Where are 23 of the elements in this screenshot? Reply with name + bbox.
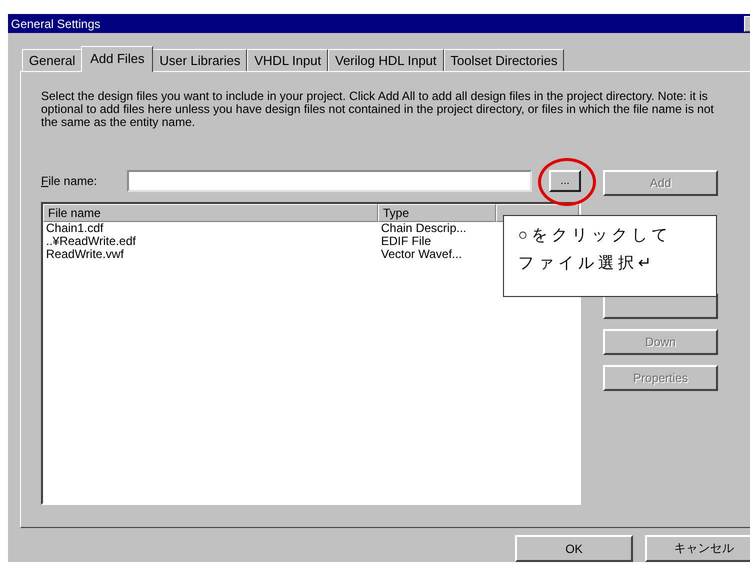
file-name-label: File name: [41,174,98,188]
file-name-field[interactable] [127,170,532,192]
tab[interactable]: Add Files [81,46,154,72]
column-header[interactable]: Type [378,204,496,222]
callout-text: ○をクリックして [518,226,673,246]
browse-button[interactable]: ... [549,170,581,192]
tab[interactable]: General [22,49,82,71]
tab[interactable]: VHDL Input [247,49,328,71]
tab[interactable]: Toolset Directories [444,49,564,71]
table-cell-text: ReadWrite.vwf [45,248,125,261]
table-cell-text: Chain1.cdf [45,222,104,235]
table-cell-text: Vector Wavef... [380,248,463,261]
table-cell-text: ..¥ReadWrite.edf [45,235,137,248]
column-header[interactable]: File name [43,204,378,222]
table-cell-text: EDIF File [380,235,432,248]
tab[interactable]: Verilog HDL Input [328,49,444,71]
table-cell-text: Chain Descrip... [380,222,468,235]
description-text: Select the design files you want to include in your project. Click Add All to add all design files in the project directory. Note: it is optional to add files here unless you have design files not contained in the project directory, or files in which the file name is not the same as the entity name. [41,90,715,131]
dialog-button[interactable]: OK [515,535,633,562]
callout-text: ファイル選択↵ [518,254,656,274]
tab[interactable]: User Libraries [152,49,248,71]
window-title: General Settings [11,16,100,30]
dialog-button[interactable]: キャンセル [645,535,750,562]
